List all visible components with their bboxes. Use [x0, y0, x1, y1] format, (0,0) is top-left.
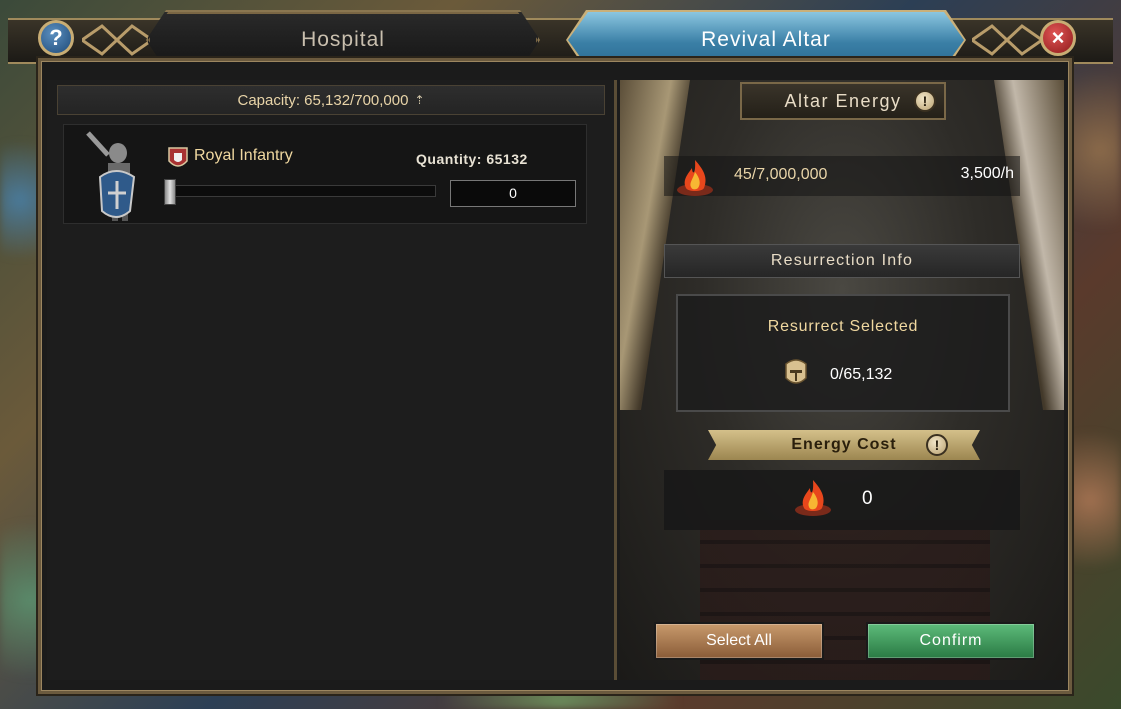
altar-energy-row: 45/7,000,000 3,500/h: [664, 156, 1020, 196]
confirm-button[interactable]: Confirm: [866, 622, 1036, 660]
help-button[interactable]: ?: [38, 20, 74, 56]
altar-energy-info-icon[interactable]: !: [914, 90, 936, 112]
troops-helmet-icon: [785, 359, 807, 384]
resurrect-selected-label: Resurrect Selected: [767, 318, 919, 335]
energy-cost-title: Energy Cost: [791, 436, 897, 453]
capacity-bar: Capacity: 65,132/700,000 ⇡: [57, 85, 605, 115]
upgrade-arrow-icon[interactable]: ⇡: [414, 93, 424, 107]
infantry-shield-icon: [168, 147, 188, 167]
troop-quantity: Quantity: 65132: [416, 151, 528, 167]
quantity-input[interactable]: 0: [450, 180, 576, 207]
capacity-text: Capacity: 65,132/700,000: [237, 91, 409, 109]
close-button[interactable]: ×: [1040, 20, 1076, 56]
altar-energy-value: 45/7,000,000: [734, 166, 828, 183]
energy-cost-value: 0: [862, 488, 873, 509]
tab-hospital-label: Hospital: [301, 28, 385, 51]
altar-energy-title: Altar Energy: [784, 90, 902, 111]
flame-icon: [795, 480, 831, 516]
energy-cost-info-icon[interactable]: !: [926, 434, 948, 456]
quantity-slider-handle[interactable]: [164, 179, 176, 205]
confirm-label: Confirm: [919, 632, 983, 649]
hospital-panel: Capacity: 65,132/700,000 ⇡ Royal Infantr…: [47, 80, 617, 680]
quantity-slider-track[interactable]: [166, 185, 436, 197]
energy-cost-box: 0: [664, 470, 1020, 530]
right-knot-ornament: [972, 24, 1042, 56]
altar-energy-rate: 3,500/h: [960, 165, 1014, 182]
resurrection-info-title: Resurrection Info: [770, 252, 914, 269]
resurrection-info-header: Resurrection Info: [664, 244, 1020, 278]
flame-icon: [677, 160, 713, 196]
question-mark-icon: ?: [49, 25, 63, 50]
troop-row: Royal Infantry Quantity: 65132 0: [63, 124, 587, 224]
select-all-button[interactable]: Select All: [654, 622, 824, 660]
left-knot-ornament: [82, 24, 152, 56]
resurrect-selected-count: 0/65,132: [830, 366, 893, 383]
troop-name: Royal Infantry: [194, 147, 293, 164]
royal-infantry-portrait: [86, 131, 136, 221]
tab-revival-altar-label: Revival Altar: [701, 28, 831, 51]
close-icon: ×: [1051, 25, 1065, 50]
select-all-label: Select All: [706, 632, 772, 649]
revival-altar-panel: Altar Energy ! 45/7,000,000 3,500/h Resu…: [620, 80, 1064, 680]
resurrect-selected-box: Resurrect Selected 0/65,132: [676, 294, 1010, 412]
